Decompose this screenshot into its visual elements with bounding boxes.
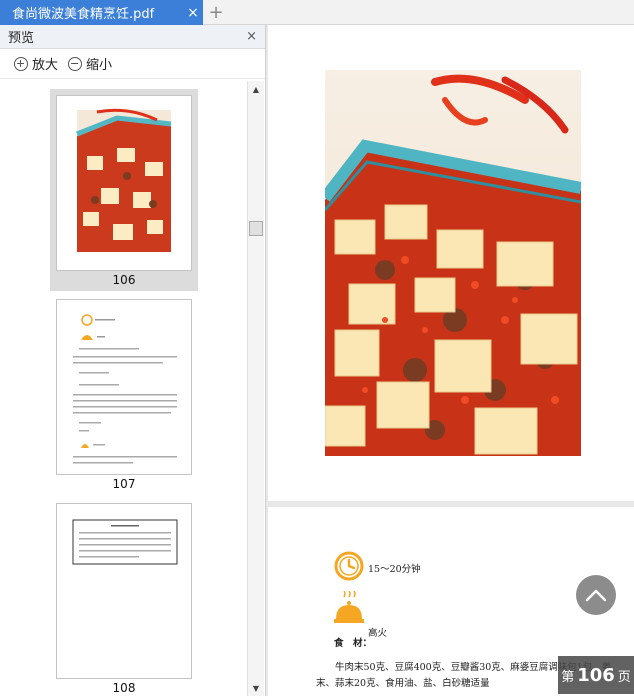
thumbnail-list: 106 107 108	[0, 81, 247, 696]
tab-close-icon[interactable]: ×	[183, 5, 203, 21]
scroll-down-icon[interactable]: ▼	[248, 680, 264, 696]
thumbnail-scrollbar[interactable]: ▲ ▼	[247, 81, 264, 696]
thumbnail-page-108[interactable]: 108	[50, 497, 198, 696]
thumbnail-label: 108	[112, 681, 136, 695]
chevron-up-icon	[585, 589, 607, 602]
mapo-tofu-image	[325, 70, 581, 456]
cloche-icon	[334, 591, 364, 623]
zoom-out-label: 缩小	[86, 58, 113, 73]
clock-icon	[334, 551, 364, 581]
zoom-toolbar: 放大 缩小	[0, 49, 265, 79]
scrollbar-thumb[interactable]	[249, 221, 263, 236]
zoom-in-icon	[14, 56, 28, 71]
document-page-106	[268, 25, 634, 501]
thumbnail-image	[56, 299, 192, 475]
mapo-tofu-photo	[325, 70, 581, 456]
thumbnail-image	[56, 503, 192, 679]
thumbnail-image	[56, 95, 192, 271]
text-page-thumb-image	[73, 314, 177, 464]
zoom-in-button[interactable]: 放大	[14, 54, 58, 73]
boxed-text-page-thumb-image	[72, 519, 178, 565]
page-suffix: 页	[617, 669, 631, 685]
preview-panel: 预览 × 放大 缩小 106 107 108 ▲ ▼	[0, 25, 266, 696]
zoom-in-label: 放大	[32, 58, 59, 73]
thumbnail-page-107[interactable]: 107	[50, 293, 198, 495]
page-number-indicator: 第 106 页	[558, 656, 634, 694]
cooking-time: 15～20分钟	[368, 564, 421, 575]
current-page-number: 106	[577, 664, 615, 686]
panel-header: 预览 ×	[0, 25, 265, 49]
ingredients-label: 食 材：	[334, 638, 373, 649]
new-tab-icon[interactable]: +	[205, 0, 227, 25]
mapo-tofu-thumb-image	[57, 96, 191, 270]
thumbnail-page-106[interactable]: 106	[50, 89, 198, 291]
panel-close-icon[interactable]: ×	[246, 29, 257, 44]
zoom-out-button[interactable]: 缩小	[68, 54, 112, 73]
tab-document[interactable]: 食尚微波美食精烹饪.pdf ×	[0, 0, 203, 25]
thumbnail-label: 107	[112, 477, 136, 491]
back-to-top-button[interactable]	[576, 575, 616, 615]
panel-title: 预览	[8, 31, 35, 46]
tab-bar: 食尚微波美食精烹饪.pdf × +	[0, 0, 634, 25]
scroll-up-icon[interactable]: ▲	[248, 81, 264, 97]
page-prefix: 第	[561, 669, 575, 685]
zoom-out-icon	[68, 56, 83, 71]
thumbnail-label: 106	[112, 273, 136, 287]
tab-title: 食尚微波美食精烹饪.pdf	[12, 7, 155, 22]
